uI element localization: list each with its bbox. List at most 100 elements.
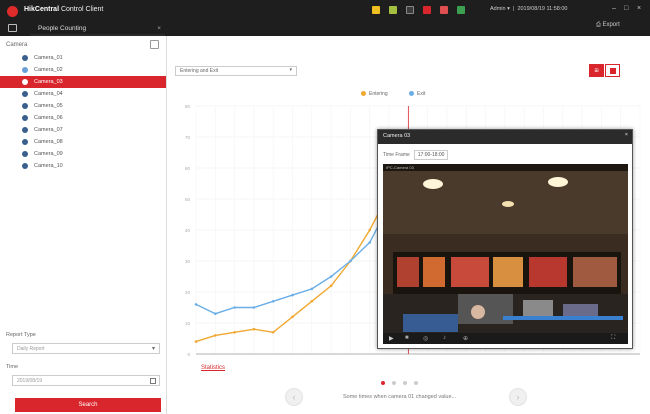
page-dot[interactable]: [403, 381, 407, 385]
report-type-label: Report Type: [6, 332, 36, 338]
app-logo-icon: [7, 6, 18, 17]
tab-label: People Counting: [38, 25, 87, 32]
data-point: [310, 300, 314, 303]
chevron-left-icon[interactable]: ‹: [285, 388, 303, 406]
status-icon[interactable]: [457, 6, 465, 14]
sidebar-title: Camera: [6, 42, 28, 48]
minimize-icon[interactable]: –: [612, 5, 616, 12]
data-point: [194, 303, 198, 306]
camera-item[interactable]: Camera_01: [0, 52, 166, 64]
tab-people-counting[interactable]: People Counting ×: [30, 22, 165, 36]
y-tick-label: 80: [185, 104, 191, 109]
statistic-type-dropdown[interactable]: Entering and Exit ▾: [175, 66, 297, 76]
notification-icon[interactable]: [423, 6, 431, 14]
y-tick-label: 50: [185, 197, 191, 202]
camera-snapshot-icon[interactable]: ◎: [423, 335, 428, 342]
search-button[interactable]: Search: [15, 398, 161, 412]
camera-item[interactable]: Camera_10: [0, 160, 166, 172]
camera-item[interactable]: Camera_08: [0, 136, 166, 148]
page-dot[interactable]: [414, 381, 418, 385]
sidebar: Camera Camera_01 Camera_02 Camera_03 Camera…: [0, 36, 167, 414]
camera-icon: [22, 127, 28, 133]
user-menu[interactable]: Admin ▾ | 2019/08/19 11:58:00: [490, 6, 568, 12]
camera-icon: [22, 115, 28, 121]
camera-label: Camera_07: [34, 127, 63, 133]
page-dot[interactable]: [381, 381, 385, 385]
chart-caption: Some times when camera 01 changed value.…: [343, 394, 457, 400]
event-icon[interactable]: [440, 6, 448, 14]
chart-legend: Entering Exit: [361, 91, 445, 97]
camera-icon: [22, 103, 28, 109]
alarm-icon[interactable]: [372, 6, 380, 14]
y-tick-label: 0: [187, 352, 190, 357]
y-tick-label: 20: [185, 290, 191, 295]
page-dot[interactable]: [392, 381, 396, 385]
popup-close-icon[interactable]: ×: [625, 132, 628, 138]
camera-item[interactable]: Camera_09: [0, 148, 166, 160]
data-point: [252, 327, 256, 331]
play-icon[interactable]: ▶: [389, 335, 394, 342]
time-input[interactable]: 2019/08/19: [12, 375, 160, 386]
y-tick-label: 30: [185, 259, 191, 264]
camera-popup: Camera 03 × Time Frame 17:00-18:00 IPC-C…: [377, 129, 633, 349]
camera-label: Camera_09: [34, 151, 63, 157]
volume-icon[interactable]: ♪: [443, 335, 446, 341]
y-tick-label: 40: [185, 228, 191, 233]
camera-icon: [22, 91, 28, 97]
data-point: [329, 284, 333, 288]
tab-close-icon[interactable]: ×: [157, 25, 161, 32]
camera-icon: [22, 67, 28, 73]
data-point: [214, 334, 217, 337]
y-tick-label: 70: [185, 135, 191, 140]
fullscreen-icon[interactable]: ⛶: [611, 335, 615, 342]
camera-item[interactable]: Camera_03: [0, 76, 166, 88]
data-point: [349, 259, 352, 263]
chevron-down-icon: ▾: [289, 67, 292, 73]
camera-icon: [22, 55, 28, 61]
popup-title: Camera 03: [383, 133, 411, 139]
report-type-select[interactable]: Daily Report ▾: [12, 343, 160, 354]
popup-time-frame: Time Frame 17:00-18:00: [383, 150, 449, 160]
legend-entering: Entering: [361, 91, 398, 97]
camera-item[interactable]: Camera_04: [0, 88, 166, 100]
time-label: Time: [6, 364, 19, 370]
user-icon[interactable]: [389, 6, 397, 14]
camera-item[interactable]: Camera_06: [0, 112, 166, 124]
video-player[interactable]: IPC-Camera 03 ▶ ■ ◎ ♪ ⊕ ⛶: [383, 164, 628, 344]
camera-label: Camera_10: [34, 163, 63, 169]
camera-icon: [22, 163, 28, 169]
data-point: [252, 306, 256, 309]
data-point: [214, 312, 217, 315]
camera-icon: [22, 151, 28, 157]
maximize-icon[interactable]: □: [624, 5, 628, 12]
restaurant-scene-image: [383, 164, 628, 344]
camera-label: Camera_06: [34, 115, 63, 121]
camera-item[interactable]: Camera_07: [0, 124, 166, 136]
video-controls[interactable]: ▶ ■ ◎ ♪ ⊕ ⛶: [383, 333, 628, 344]
home-icon[interactable]: [8, 24, 17, 32]
export-button[interactable]: ⎙ Export: [596, 22, 620, 29]
calendar-icon[interactable]: [150, 378, 156, 384]
camera-item[interactable]: Camera_05: [0, 100, 166, 112]
table-view-button[interactable]: [605, 64, 620, 77]
statistics-link[interactable]: Statistics: [201, 365, 225, 371]
app-title: HikCentral Control Client: [24, 6, 104, 13]
tool-icon[interactable]: [406, 6, 414, 14]
data-point: [271, 331, 275, 334]
chevron-down-icon: ▾: [151, 346, 155, 352]
settings-icon[interactable]: [150, 40, 159, 49]
data-point: [329, 275, 333, 278]
line-chart-view-button[interactable]: ⊞: [589, 64, 604, 77]
camera-item[interactable]: Camera_02: [0, 64, 166, 76]
data-point: [291, 293, 294, 297]
stop-icon[interactable]: ■: [405, 335, 409, 341]
title-bar: HikCentral Control Client Admin ▾ | 2019…: [0, 0, 650, 36]
data-point: [271, 300, 275, 303]
chevron-right-icon[interactable]: ›: [509, 388, 527, 406]
tab-row: People Counting ×: [0, 20, 650, 36]
camera-list: Camera_01 Camera_02 Camera_03 Camera_04 Came…: [0, 52, 166, 172]
data-point: [291, 315, 294, 319]
close-icon[interactable]: ×: [637, 5, 641, 12]
zoom-icon[interactable]: ⊕: [463, 335, 468, 342]
data-point: [194, 340, 198, 343]
